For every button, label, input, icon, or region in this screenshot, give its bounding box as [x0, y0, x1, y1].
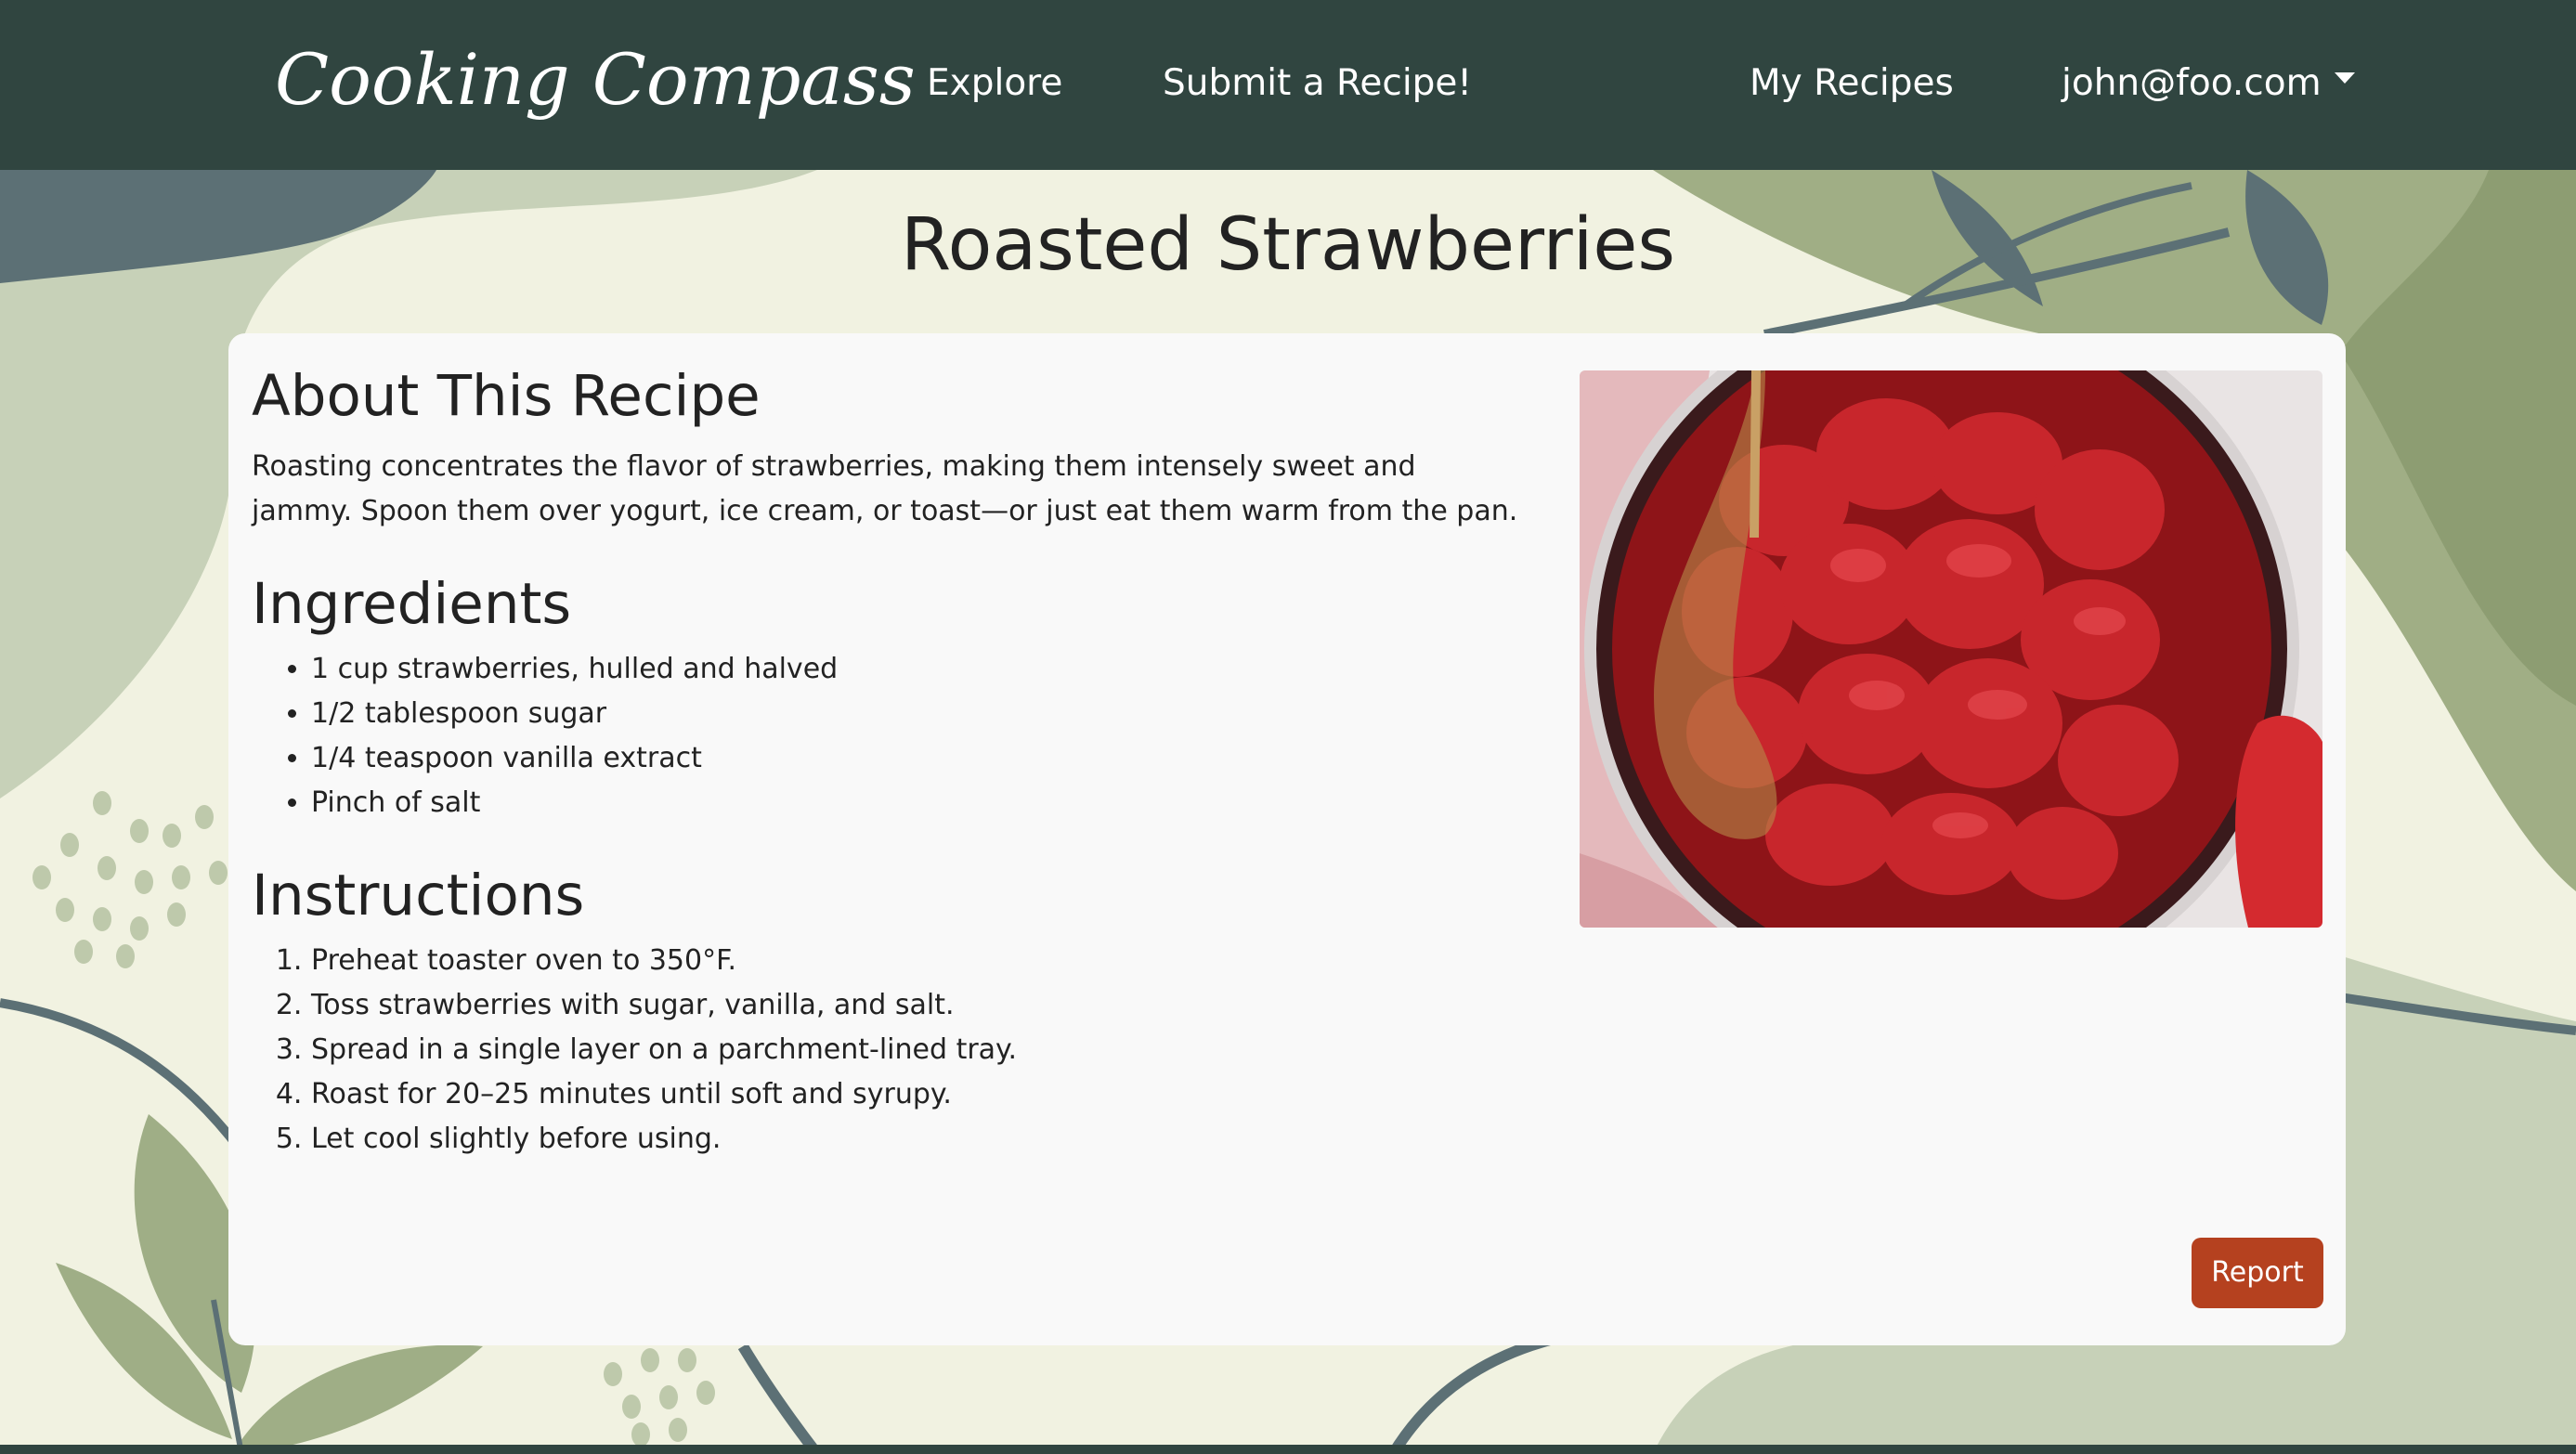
instructions-list: Preheat toaster oven to 350°F. Toss stra… [252, 939, 1737, 1162]
ingredient-item: Pinch of salt [311, 781, 1737, 825]
instruction-step: Spread in a single layer on a parchment-… [311, 1028, 1737, 1072]
recipe-photo [1580, 370, 2322, 928]
recipe-details: About This Recipe Roasting concentrates … [252, 359, 1737, 1162]
about-heading: About This Recipe [252, 363, 761, 429]
user-email: john@foo.com [2062, 62, 2322, 104]
brand-logo-link[interactable]: Cooking Compass [275, 24, 916, 136]
top-navbar: Cooking Compass Explore Submit a Recipe!… [0, 0, 2576, 170]
ingredient-item: 1 cup strawberries, hulled and halved [311, 647, 1737, 692]
instruction-step: Let cool slightly before using. [311, 1117, 1737, 1162]
instructions-heading: Instructions [252, 863, 585, 928]
ingredients-list: 1 cup strawberries, hulled and halved 1/… [252, 647, 1737, 825]
nav-my-recipes-link[interactable]: My Recipes [1750, 52, 1954, 115]
recipe-title: Roasted Strawberries [900, 203, 1676, 287]
report-button[interactable]: Report [2192, 1238, 2323, 1308]
nav-submit-recipe-link[interactable]: Submit a Recipe! [1163, 52, 1472, 115]
instruction-step: Preheat toaster oven to 350°F. [311, 939, 1737, 983]
recipe-card: About This Recipe Roasting concentrates … [228, 333, 2346, 1345]
instruction-step: Toss strawberries with sugar, vanilla, a… [311, 983, 1737, 1028]
footer-bar [0, 1445, 2576, 1454]
caret-down-icon [2334, 71, 2355, 84]
user-menu-dropdown[interactable]: john@foo.com [2062, 52, 2355, 115]
about-text: Roasting concentrates the flavor of stra… [252, 450, 1518, 527]
ingredient-item: 1/2 tablespoon sugar [311, 692, 1737, 736]
ingredient-item: 1/4 teaspoon vanilla extract [311, 736, 1737, 781]
nav-explore-link[interactable]: Explore [927, 52, 1062, 115]
ingredients-heading: Ingredients [252, 571, 572, 637]
instruction-step: Roast for 20–25 minutes until soft and s… [311, 1072, 1737, 1117]
